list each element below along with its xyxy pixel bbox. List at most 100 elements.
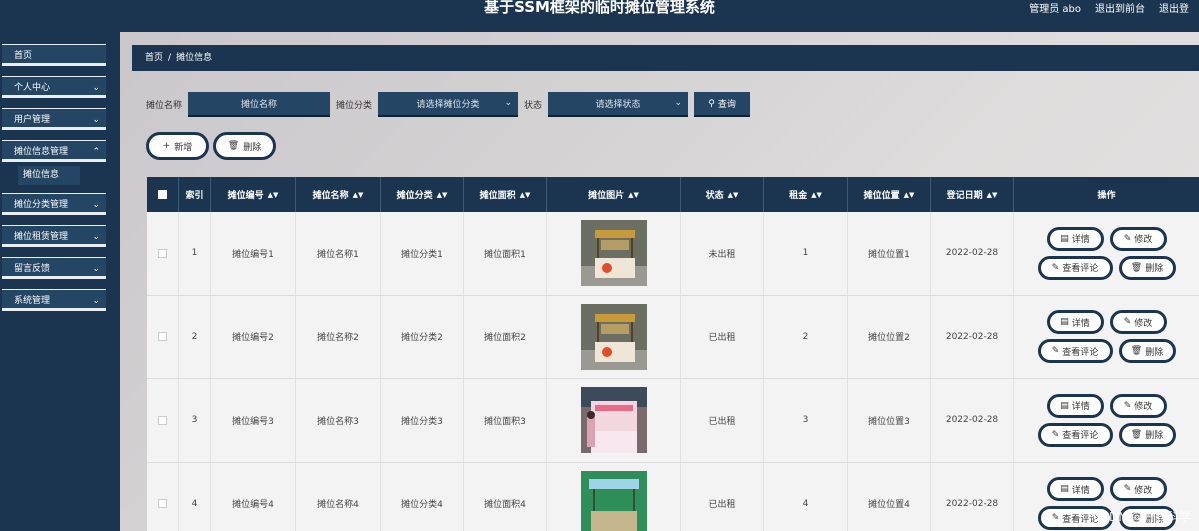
- select-all-checkbox[interactable]: [158, 190, 167, 199]
- index-cell: 2: [179, 295, 211, 378]
- actions-cell: ▤ 详情 ✎ 修改 ✎ 查看评论 🗑 删除: [1014, 379, 1199, 462]
- breadcrumb-home[interactable]: 首页: [145, 53, 163, 63]
- column-header-area[interactable]: 摊位面积 ▲▼: [464, 177, 547, 212]
- row-checkbox[interactable]: [158, 332, 167, 342]
- date-cell: 2022-02-28: [931, 462, 1014, 531]
- pencil-icon: ✎: [1051, 513, 1060, 524]
- stall-image[interactable]: [580, 220, 647, 287]
- name-cell: 摊位名称2: [296, 295, 381, 378]
- area-cell: 摊位面积4: [464, 462, 547, 531]
- sidebar-subitem-stall-info[interactable]: 摊位信息: [18, 166, 80, 185]
- edit-button[interactable]: ✎ 修改: [1109, 393, 1167, 418]
- query-button[interactable]: ⚲ 查询: [694, 92, 751, 117]
- location-cell: 摊位位置4: [848, 462, 931, 531]
- pencil-icon: ✎: [1123, 233, 1132, 244]
- detail-button[interactable]: ▤ 详情: [1046, 393, 1104, 418]
- index-cell: 1: [179, 212, 211, 295]
- column-header-label: 摊位图片: [588, 191, 625, 201]
- column-header-label: 索引: [185, 191, 204, 201]
- column-header-name[interactable]: 摊位名称 ▲▼: [296, 177, 381, 212]
- view-comments-button[interactable]: ✎ 查看评论: [1037, 339, 1113, 364]
- row-checkbox[interactable]: [158, 248, 167, 258]
- chevron-down-icon: ⌄: [674, 98, 683, 108]
- edit-button[interactable]: ✎ 修改: [1109, 477, 1167, 502]
- trash-icon: 🗑: [1130, 429, 1143, 440]
- app-title: 基于SSM框架的临时摊位管理系统: [484, 0, 715, 16]
- detail-button[interactable]: ▤ 详情: [1046, 226, 1104, 251]
- name-search-input[interactable]: 摊位名称: [188, 92, 331, 117]
- status-select[interactable]: 请选择状态 ⌄: [548, 92, 689, 117]
- sidebar-item-personal-center[interactable]: 个人中心 ⌄: [2, 76, 106, 98]
- column-header-status[interactable]: 状态 ▲▼: [681, 177, 764, 212]
- category-select[interactable]: 请选择摊位分类 ⌄: [378, 92, 519, 117]
- detail-button-label: 详情: [1071, 402, 1090, 413]
- column-header-image[interactable]: 摊位图片 ▲▼: [547, 177, 681, 212]
- row-delete-label: 删除: [1145, 264, 1164, 275]
- trash-icon: 🗑: [1130, 262, 1143, 273]
- sort-icon: ▲▼: [811, 190, 822, 199]
- chevron-down-icon: ⌄: [92, 296, 100, 306]
- logout-link[interactable]: 退出登: [1159, 0, 1189, 15]
- row-checkbox-cell[interactable]: [147, 295, 179, 378]
- add-button[interactable]: + 新增: [146, 132, 209, 160]
- name-cell: 摊位名称4: [296, 462, 381, 531]
- column-header-rent[interactable]: 租金 ▲▼: [764, 177, 848, 212]
- column-header-date[interactable]: 登记日期 ▲▼: [931, 177, 1014, 212]
- detail-button[interactable]: ▤ 详情: [1046, 477, 1104, 502]
- sidebar-item-feedback[interactable]: 留言反馈 ⌄: [2, 257, 106, 279]
- column-header-category[interactable]: 摊位分类 ▲▼: [381, 177, 464, 212]
- column-header-label: 摊位位置: [863, 191, 900, 201]
- view-comments-button[interactable]: ✎ 查看评论: [1037, 422, 1113, 447]
- date-cell: 2022-02-28: [931, 212, 1014, 295]
- name-placeholder: 摊位名称: [241, 100, 278, 110]
- sidebar-item-home[interactable]: 首页: [2, 44, 106, 66]
- index-cell: 3: [179, 379, 211, 462]
- row-checkbox-cell[interactable]: [147, 212, 179, 295]
- search-icon: ⚲: [708, 98, 715, 109]
- search-bar: 摊位名称 摊位名称 摊位分类 请选择摊位分类 ⌄ 状态 请选择状态 ⌄ ⚲ 查询: [146, 92, 751, 117]
- category-placeholder: 请选择摊位分类: [416, 100, 480, 110]
- index-cell: 4: [179, 462, 211, 531]
- detail-button[interactable]: ▤ 详情: [1046, 310, 1104, 335]
- document-icon: ▤: [1060, 484, 1069, 495]
- sidebar-item-system-management[interactable]: 系统管理 ⌄: [2, 289, 106, 311]
- delete-button[interactable]: 🗑 删除: [213, 132, 276, 160]
- row-delete-button[interactable]: 🗑 删除: [1118, 255, 1176, 280]
- edit-button[interactable]: ✎ 修改: [1109, 226, 1167, 251]
- edit-button[interactable]: ✎ 修改: [1109, 310, 1167, 335]
- stall-image[interactable]: [580, 303, 647, 370]
- row-checkbox-cell[interactable]: [147, 379, 179, 462]
- column-header-label: 摊位编号: [227, 191, 264, 201]
- column-header-label: 租金: [789, 191, 808, 201]
- column-header-code[interactable]: 摊位编号 ▲▼: [211, 177, 296, 212]
- query-button-label: 查询: [717, 100, 736, 110]
- date-cell: 2022-02-28: [931, 379, 1014, 462]
- chevron-down-icon: ⌄: [92, 83, 100, 93]
- sort-icon: ▲▼: [628, 190, 639, 199]
- row-checkbox[interactable]: [158, 415, 167, 425]
- detail-button-label: 详情: [1071, 318, 1090, 329]
- sidebar-item-stall-info-management[interactable]: 摊位信息管理 ⌃: [2, 140, 106, 162]
- row-checkbox[interactable]: [158, 499, 167, 509]
- status-cell: 已出租: [681, 379, 764, 462]
- column-header-actions: 操作: [1014, 177, 1199, 212]
- row-delete-button[interactable]: 🗑 删除: [1118, 422, 1176, 447]
- sidebar-item-label: 摊位分类管理: [14, 200, 69, 210]
- back-to-front-link[interactable]: 退出到前台: [1095, 0, 1145, 15]
- pencil-icon: ✎: [1123, 400, 1132, 411]
- actions-cell: ▤ 详情 ✎ 修改 ✎ 查看评论 🗑 删除: [1014, 212, 1199, 295]
- sidebar-item-stall-category-management[interactable]: 摊位分类管理 ⌄: [2, 193, 106, 215]
- column-header-location[interactable]: 摊位位置 ▲▼: [848, 177, 931, 212]
- view-comments-button[interactable]: ✎ 查看评论: [1037, 255, 1113, 280]
- row-checkbox-cell[interactable]: [147, 462, 179, 531]
- sidebar-item-stall-rental-management[interactable]: 摊位租赁管理 ⌄: [2, 225, 106, 247]
- location-cell: 摊位位置1: [848, 212, 931, 295]
- stall-image[interactable]: [580, 387, 647, 454]
- select-all-header[interactable]: [147, 177, 179, 212]
- chevron-down-icon: ⌄: [92, 232, 100, 242]
- sidebar-item-user-management[interactable]: 用户管理 ⌄: [2, 108, 106, 130]
- code-cell: 摊位编号3: [211, 379, 296, 462]
- stall-image[interactable]: [580, 470, 647, 531]
- row-delete-button[interactable]: 🗑 删除: [1118, 339, 1176, 364]
- category-label: 摊位分类: [336, 101, 373, 111]
